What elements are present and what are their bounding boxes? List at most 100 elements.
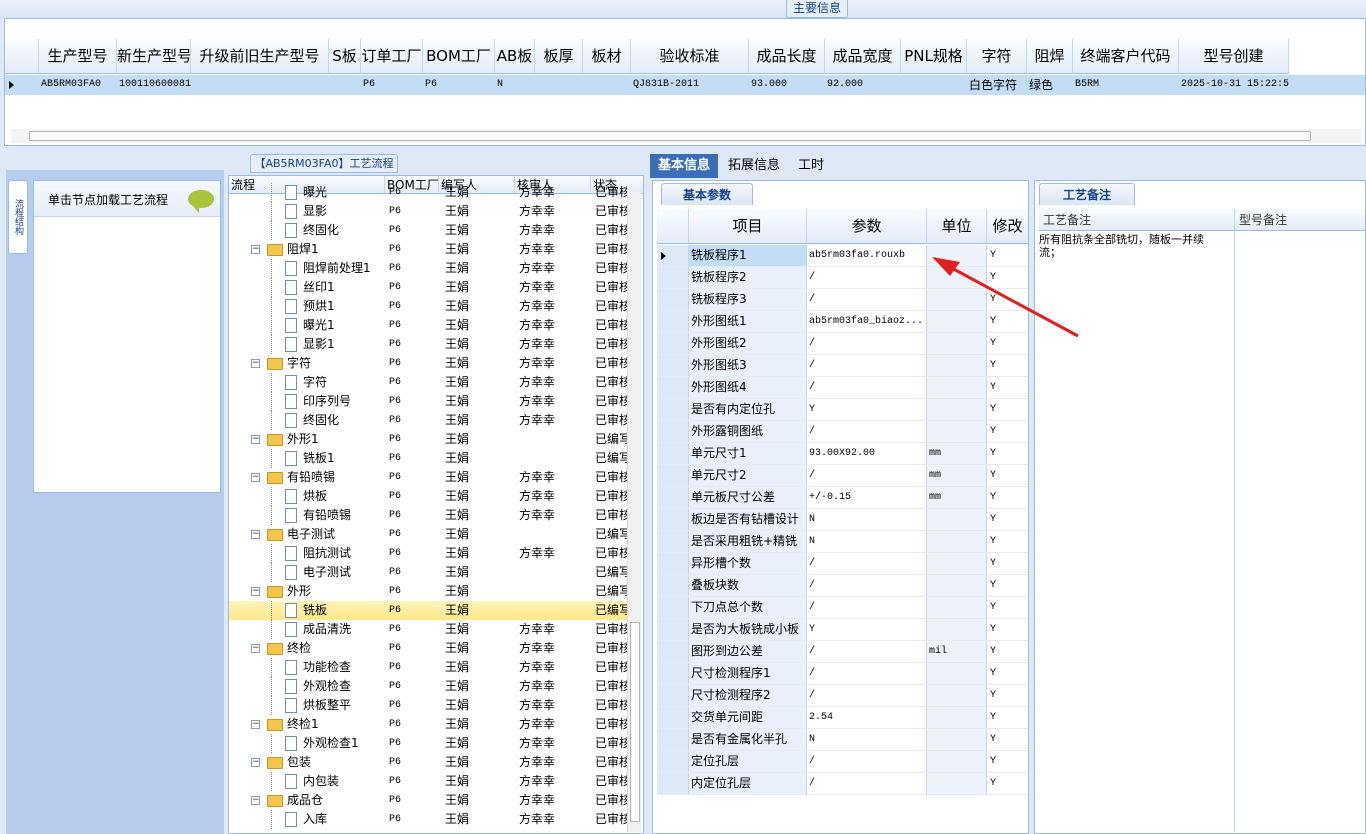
flow-tree-row[interactable]: − 有铅喷锡 P6 王娟 方幸幸 已审核 — [229, 468, 629, 487]
param-modify[interactable]: Y — [987, 663, 1028, 684]
params-col-header[interactable]: 单位 — [927, 209, 987, 244]
main-cell[interactable] — [329, 75, 361, 95]
main-cell[interactable]: B5RM — [1073, 75, 1179, 95]
param-unit[interactable] — [927, 685, 987, 706]
param-modify[interactable]: Y — [987, 399, 1028, 420]
main-col-header[interactable]: 新生产型号 — [117, 39, 191, 74]
main-cell[interactable]: 92.000 — [825, 75, 901, 95]
params-row[interactable]: 单元尺寸1 93.00X92.00 mm Y — [657, 443, 1028, 465]
param-modify[interactable]: Y — [987, 685, 1028, 706]
main-col-header[interactable]: 验收标准 — [631, 39, 749, 74]
param-modify[interactable]: Y — [987, 553, 1028, 574]
param-modify[interactable]: Y — [987, 531, 1028, 552]
param-modify[interactable]: Y — [987, 289, 1028, 310]
main-cell[interactable]: QJ831B-2011 — [631, 75, 749, 95]
param-value[interactable]: / — [807, 575, 927, 596]
param-modify[interactable]: Y — [987, 443, 1028, 464]
params-col-header[interactable]: 项目 — [689, 209, 807, 244]
params-row[interactable]: 异形槽个数 / Y — [657, 553, 1028, 575]
params-row[interactable]: 下刀点总个数 / Y — [657, 597, 1028, 619]
flow-tree-row[interactable]: 丝印1 P6 王娟 方幸幸 已审核 — [229, 278, 629, 297]
flow-tree-row[interactable]: 阻抗测试 P6 王娟 方幸幸 已审核 — [229, 544, 629, 563]
main-col-header[interactable]: AB板 — [495, 39, 535, 74]
param-value[interactable]: / — [807, 641, 927, 662]
main-col-header[interactable]: 板材 — [583, 39, 631, 74]
param-unit[interactable] — [927, 553, 987, 574]
expand-toggle-icon[interactable]: − — [251, 359, 260, 368]
params-row[interactable]: 尺寸检测程序1/ Y — [657, 663, 1028, 685]
param-unit[interactable] — [927, 619, 987, 640]
flow-tree-row[interactable]: 入库 P6 王娟 方幸幸 已审核 — [229, 810, 629, 829]
param-unit[interactable] — [927, 575, 987, 596]
param-unit[interactable] — [927, 729, 987, 750]
param-value[interactable]: / — [807, 355, 927, 376]
horizontal-splitter[interactable] — [0, 146, 1366, 154]
params-row[interactable]: 外形露铜图纸 / Y — [657, 421, 1028, 443]
params-row[interactable]: 图形到边公差 / mil Y — [657, 641, 1028, 663]
param-unit[interactable] — [927, 707, 987, 728]
main-hscroll-thumb[interactable] — [29, 131, 1311, 141]
flow-tree-row[interactable]: 印序列号 P6 王娟 方幸幸 已审核 — [229, 392, 629, 411]
param-value[interactable]: ab5rm03fa0.rouxb — [807, 245, 927, 266]
param-modify[interactable]: Y — [987, 575, 1028, 596]
flow-tree-row[interactable]: 铣板1 P6 王娟 已编写 — [229, 449, 629, 468]
main-cell[interactable]: 2025-10-31 15:22:5 — [1179, 75, 1289, 95]
params-row[interactable]: 叠板块数 / Y — [657, 575, 1028, 597]
flow-tree-row[interactable]: 烘板整平 P6 王娟 方幸幸 已审核 — [229, 696, 629, 715]
params-row[interactable]: 铣板程序2/ Y — [657, 267, 1028, 289]
main-cell[interactable]: 绿色 — [1027, 75, 1073, 95]
param-modify[interactable]: Y — [987, 377, 1028, 398]
param-unit[interactable] — [927, 377, 987, 398]
param-modify[interactable]: Y — [987, 751, 1028, 772]
params-row[interactable]: 单元板尺寸公差 +/-0.15 mm Y — [657, 487, 1028, 509]
flow-structure-tab[interactable]: 流程结构 — [8, 180, 28, 254]
params-col-header[interactable]: 参数 — [807, 209, 927, 244]
param-value[interactable]: / — [807, 663, 927, 684]
main-col-header[interactable]: 板厚 — [535, 39, 583, 74]
params-row[interactable]: 是否采用粗铣+精铣 N Y — [657, 531, 1028, 553]
flow-tree-row[interactable]: − 终检1 P6 王娟 方幸幸 已审核 — [229, 715, 629, 734]
flow-tree-row[interactable]: 预烘1 P6 王娟 方幸幸 已审核 — [229, 297, 629, 316]
flow-tree-row[interactable]: 阻焊前处理1 P6 王娟 方幸幸 已审核 — [229, 259, 629, 278]
params-row[interactable]: 板边是否有钻槽设计 N Y — [657, 509, 1028, 531]
param-value[interactable]: N — [807, 509, 927, 530]
param-unit[interactable] — [927, 311, 987, 332]
param-unit[interactable] — [927, 267, 987, 288]
expand-toggle-icon[interactable]: − — [251, 796, 260, 805]
main-cell[interactable]: P6 — [361, 75, 423, 95]
main-col-header[interactable]: 生产型号 — [39, 39, 117, 74]
expand-toggle-icon[interactable]: − — [251, 473, 260, 482]
expand-toggle-icon[interactable]: − — [251, 644, 260, 653]
param-unit[interactable] — [927, 509, 987, 530]
params-col-header[interactable]: 修改 — [987, 209, 1028, 244]
param-value[interactable]: +/-0.15 — [807, 487, 927, 508]
params-row[interactable]: 外形图纸3/ Y — [657, 355, 1028, 377]
param-value[interactable]: / — [807, 751, 927, 772]
params-row[interactable]: 铣板程序1 ab5rm03fa0.rouxb Y — [657, 245, 1028, 267]
param-value[interactable]: / — [807, 597, 927, 618]
param-modify[interactable]: Y — [987, 421, 1028, 442]
params-row[interactable]: 单元尺寸2/mm Y — [657, 465, 1028, 487]
flow-tree-row[interactable]: 显影1 P6 王娟 方幸幸 已审核 — [229, 335, 629, 354]
param-modify[interactable]: Y — [987, 355, 1028, 376]
flow-tree-row[interactable]: − 外形1 P6 王娟 已编写 — [229, 430, 629, 449]
param-value[interactable]: / — [807, 267, 927, 288]
params-row[interactable]: 交货单元间距 2.54 Y — [657, 707, 1028, 729]
params-row[interactable]: 外形图纸1 ab5rm03fa0_biaoz... Y — [657, 311, 1028, 333]
main-cell[interactable]: 10011060008116 — [117, 75, 191, 95]
flow-tree-row[interactable]: 功能检查 P6 王娟 方幸幸 已审核 — [229, 658, 629, 677]
main-col-header[interactable]: BOM工厂 — [423, 39, 495, 74]
params-row[interactable]: 外形图纸4/ Y — [657, 377, 1028, 399]
param-unit[interactable] — [927, 333, 987, 354]
param-value[interactable]: N — [807, 729, 927, 750]
param-modify[interactable]: Y — [987, 245, 1028, 266]
flow-tree-row[interactable]: 烘板 P6 王娟 方幸幸 已审核 — [229, 487, 629, 506]
flow-tree-row[interactable]: 外观检查1 P6 王娟 方幸幸 已审核 — [229, 734, 629, 753]
main-cell[interactable]: 白色字符 — [967, 75, 1027, 95]
main-col-header[interactable]: S板 — [329, 39, 361, 74]
main-col-header[interactable]: 字符 — [967, 39, 1027, 74]
flow-tree-row[interactable]: 曝光 P6 王娟 方幸幸 已审核 — [229, 183, 629, 202]
param-value[interactable]: 93.00X92.00 — [807, 443, 927, 464]
param-modify[interactable]: Y — [987, 729, 1028, 750]
flow-tree-row[interactable]: − 包装 P6 王娟 方幸幸 已审核 — [229, 753, 629, 772]
